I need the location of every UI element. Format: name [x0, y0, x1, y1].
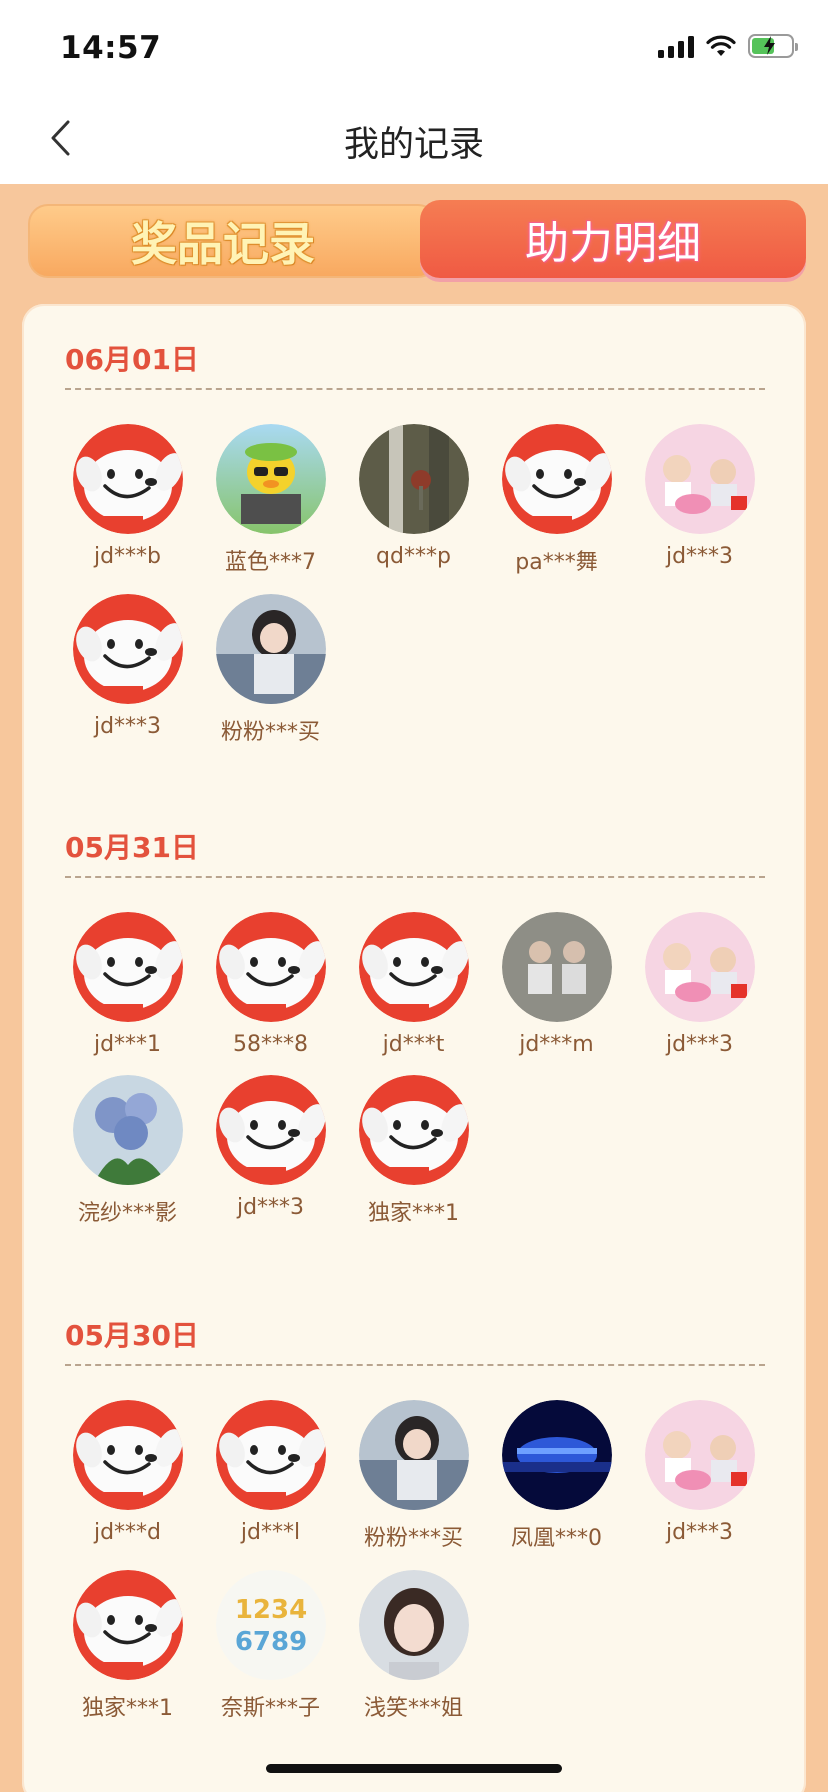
avatar — [72, 912, 183, 1022]
section-date: 05月30日 — [65, 1319, 199, 1352]
helper-username: 独家***1 — [368, 1201, 459, 1226]
status-bar: 14:57 — [0, 0, 828, 92]
home-indicator — [266, 1764, 562, 1773]
helper-user: pa***舞 — [485, 424, 628, 576]
avatar — [215, 424, 326, 534]
avatar: 1234 6789 — [215, 1570, 326, 1680]
helper-username: jd***t — [382, 1032, 445, 1057]
helper-user: 蓝色***7 — [199, 424, 342, 576]
avatar — [358, 912, 469, 1022]
helper-user: jd***d — [56, 1400, 199, 1552]
section-date: 06月01日 — [65, 343, 199, 376]
helper-user: 58***8 — [199, 912, 342, 1057]
avatar — [215, 594, 326, 704]
tab-label: 助力明细 — [525, 218, 701, 269]
svg-text:1234: 1234 — [234, 1595, 306, 1625]
record-tabs: 奖品记录 助力明细 — [28, 200, 806, 278]
avatar — [72, 1570, 183, 1680]
helper-user: jd***l — [199, 1400, 342, 1552]
helper-user: 凤凰***0 — [485, 1400, 628, 1552]
helper-user: qd***p — [342, 424, 485, 576]
dashed-divider — [65, 388, 765, 390]
helper-user: 浅笑***姐 — [342, 1570, 485, 1722]
helper-username: jd***m — [519, 1032, 594, 1057]
helper-user: 1234 6789 奈斯***子 — [199, 1570, 342, 1722]
nav-bar: 我的记录 — [0, 92, 828, 184]
helper-username: 58***8 — [233, 1032, 308, 1057]
avatar — [358, 1075, 469, 1185]
helper-username: jd***3 — [665, 544, 734, 569]
tab-help-details[interactable]: 助力明细 — [420, 200, 806, 278]
cellular-signal-icon — [658, 34, 694, 58]
avatar — [358, 1400, 469, 1510]
helper-user: jd***b — [56, 424, 199, 576]
avatar — [215, 1400, 326, 1510]
helper-user: jd***m — [485, 912, 628, 1057]
avatar — [72, 1400, 183, 1510]
helper-user: 粉粉***买 — [342, 1400, 485, 1552]
avatar — [72, 1075, 183, 1185]
avatar — [215, 1075, 326, 1185]
svg-text:6789: 6789 — [234, 1627, 306, 1657]
helper-username: jd***b — [93, 544, 162, 569]
avatar — [501, 912, 612, 1022]
avatar — [644, 424, 755, 534]
helper-user: 独家***1 — [56, 1570, 199, 1722]
helper-username: jd***3 — [236, 1195, 305, 1220]
avatar — [501, 1400, 612, 1510]
section-date: 05月31日 — [65, 831, 199, 864]
page-title: 我的记录 — [343, 125, 484, 165]
helper-username: jd***3 — [93, 714, 162, 739]
avatar — [644, 1400, 755, 1510]
helper-username: 浣纱***影 — [77, 1201, 177, 1226]
dashed-divider — [65, 876, 765, 878]
status-time: 14:57 — [60, 30, 162, 66]
helper-username: jd***3 — [665, 1520, 734, 1545]
helper-user: 粉粉***买 — [199, 594, 342, 746]
helper-username: 粉粉***买 — [363, 1526, 463, 1551]
helper-user: jd***3 — [628, 1400, 771, 1552]
helper-username: 奈斯***子 — [220, 1696, 320, 1721]
helper-user: jd***3 — [199, 1075, 342, 1227]
helper-username: 蓝色***7 — [225, 550, 316, 575]
helper-user: jd***3 — [56, 594, 199, 746]
helper-username: pa***舞 — [515, 550, 598, 575]
helper-user: jd***3 — [628, 912, 771, 1057]
helper-user: 独家***1 — [342, 1075, 485, 1227]
avatar — [72, 424, 183, 534]
status-icons — [658, 34, 798, 58]
avatar — [644, 912, 755, 1022]
tab-label: 奖品记录 — [131, 217, 315, 271]
avatar — [358, 424, 469, 534]
helper-grid: jd***d jd***l 粉粉***买 凤凰***0 jd***3 独家***… — [56, 1400, 776, 1722]
helper-user: jd***t — [342, 912, 485, 1057]
helper-username: jd***1 — [93, 1032, 162, 1057]
helper-username: 凤凰***0 — [511, 1526, 602, 1551]
helper-username: 粉粉***买 — [220, 720, 320, 745]
help-details-card: 06月01日 jd***b 蓝色***7 qd***p pa***舞 jd***… — [22, 304, 806, 1792]
helper-user: jd***1 — [56, 912, 199, 1057]
avatar — [215, 912, 326, 1022]
avatar — [72, 594, 183, 704]
helper-username: jd***3 — [665, 1032, 734, 1057]
battery-icon — [748, 34, 798, 58]
tab-prize-records[interactable]: 奖品记录 — [28, 204, 438, 278]
avatar — [501, 424, 612, 534]
helper-username: 独家***1 — [82, 1696, 173, 1721]
wifi-icon — [706, 35, 736, 56]
helper-user: jd***3 — [628, 424, 771, 576]
helper-username: 浅笑***姐 — [363, 1696, 463, 1721]
helper-username: jd***l — [240, 1520, 301, 1545]
avatar — [358, 1570, 469, 1680]
helper-grid: jd***b 蓝色***7 qd***p pa***舞 jd***3 jd***… — [56, 424, 776, 746]
helper-user: 浣纱***影 — [56, 1075, 199, 1227]
helper-username: qd***p — [376, 544, 451, 569]
dashed-divider — [65, 1364, 765, 1366]
helper-grid: jd***1 58***8 jd***t jd***m jd***3 浣纱***… — [56, 912, 776, 1227]
helper-username: jd***d — [93, 1520, 162, 1545]
